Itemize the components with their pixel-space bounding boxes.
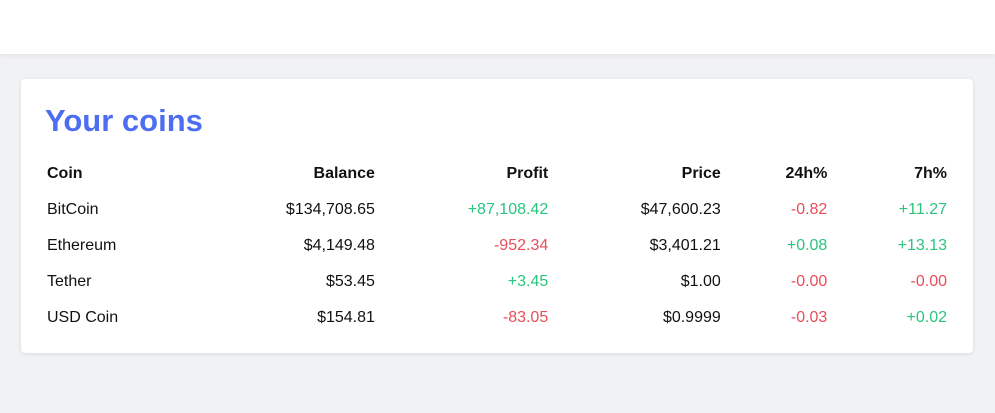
coins-card: Your coins Coin Balance Profit Price 24h… <box>21 79 973 353</box>
coin-change-7h: +13.13 <box>897 237 947 254</box>
column-header-profit[interactable]: Profit <box>385 156 558 192</box>
coin-name: BitCoin <box>47 201 99 218</box>
coins-table: Coin Balance Profit Price 24h% 7h% BitCo… <box>37 156 957 336</box>
coin-price: $1.00 <box>680 273 721 290</box>
coin-change-7h: -0.00 <box>910 273 947 290</box>
column-header-7h[interactable]: 7h% <box>837 156 957 192</box>
coin-change-24h: -0.00 <box>790 273 828 290</box>
coin-name: Ethereum <box>47 237 117 254</box>
column-header-24h[interactable]: 24h% <box>731 156 838 192</box>
table-row[interactable]: Tether $53.45 +3.45 $1.00 -0.00 -0.00 <box>37 264 957 300</box>
table-row[interactable]: Ethereum $4,149.48 -952.34 $3,401.21 +0.… <box>37 228 957 264</box>
coin-change-24h: -0.03 <box>790 309 828 326</box>
card-title: Your coins <box>45 103 203 138</box>
coin-profit: +3.45 <box>507 273 549 290</box>
coin-change-7h: +0.02 <box>906 309 947 326</box>
column-header-price[interactable]: Price <box>558 156 731 192</box>
coin-price: $0.9999 <box>662 309 721 326</box>
coin-price: $47,600.23 <box>640 201 721 218</box>
table-header-row: Coin Balance Profit Price 24h% 7h% <box>37 156 957 192</box>
coin-balance: $4,149.48 <box>303 237 375 254</box>
coin-name: USD Coin <box>47 309 119 326</box>
coin-change-24h: +0.08 <box>786 237 828 254</box>
coin-balance: $154.81 <box>317 309 375 326</box>
coin-balance: $134,708.65 <box>285 201 375 218</box>
column-header-coin[interactable]: Coin <box>37 156 197 192</box>
coin-balance: $53.45 <box>325 273 375 290</box>
top-bar <box>0 0 995 54</box>
coin-price: $3,401.21 <box>649 237 721 254</box>
coin-profit: -952.34 <box>493 237 549 254</box>
coin-change-7h: +11.27 <box>898 201 947 218</box>
coin-profit: -83.05 <box>502 309 549 326</box>
coin-profit: +87,108.42 <box>467 201 549 218</box>
table-row[interactable]: USD Coin $154.81 -83.05 $0.9999 -0.03 +0… <box>37 300 957 336</box>
column-header-balance[interactable]: Balance <box>197 156 385 192</box>
coin-name: Tether <box>47 273 92 290</box>
table-row[interactable]: BitCoin $134,708.65 +87,108.42 $47,600.2… <box>37 192 957 228</box>
coin-change-24h: -0.82 <box>790 201 828 218</box>
